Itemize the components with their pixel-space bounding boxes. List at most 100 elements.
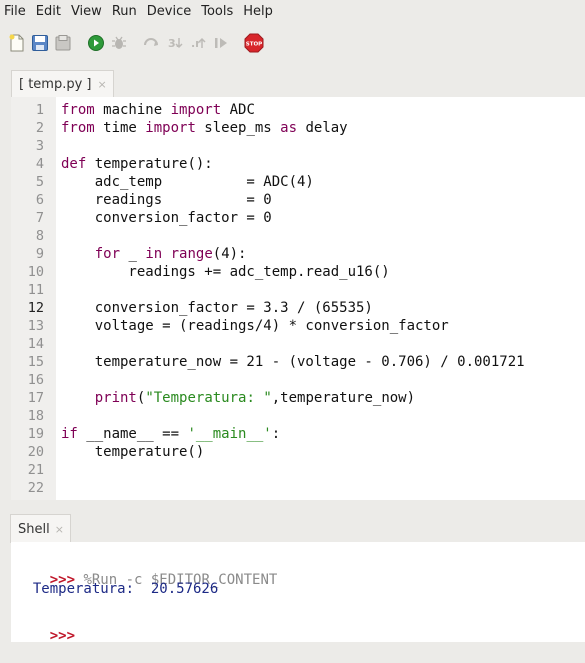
menu-edit[interactable]: Edit: [31, 0, 66, 24]
code-token: conversion_factor = 3.3 / (65535): [61, 300, 373, 316]
line-number: 6: [35, 192, 44, 208]
code-token: as: [280, 120, 298, 136]
code-line: adc_temp = ADC(4): [61, 173, 314, 191]
code-token: machine: [94, 102, 171, 118]
step-out-icon[interactable]: .r: [188, 33, 208, 53]
tab-label: [ temp.py ]: [19, 76, 92, 92]
tab-shell[interactable]: Shell ×: [10, 514, 71, 543]
code-token: (4):: [212, 246, 247, 262]
stop-icon-label: STOP: [246, 42, 262, 48]
line-number: 7: [35, 210, 44, 226]
shell-output: Temperatura: 20.57626: [16, 581, 219, 597]
code-line: for _ in range(4):: [61, 245, 247, 263]
shell-tab-label: Shell: [18, 521, 50, 537]
line-number: 8: [35, 228, 44, 244]
code-editor[interactable]: 1 2 3 4 5 6 7 8 9 10 11 12 13 14 15 16 17 18 19 20 21 22 from…: [11, 97, 585, 500]
code-token: conversion_factor = 0: [61, 210, 272, 226]
line-number: 12: [27, 300, 44, 316]
line-number: 10: [27, 264, 44, 280]
close-icon[interactable]: ×: [98, 78, 107, 91]
code-line: temperature(): [61, 443, 205, 461]
save-icon[interactable]: [30, 33, 50, 53]
tab-temp-py[interactable]: [ temp.py ] ×: [11, 70, 114, 97]
code-token: in: [145, 246, 163, 262]
line-number: 14: [27, 336, 44, 352]
code-line: def temperature():: [61, 155, 213, 173]
line-number: 13: [27, 318, 44, 334]
svg-text:3.: 3.: [168, 37, 180, 50]
code-line: print("Temperatura: ",temperature_now): [61, 389, 415, 407]
line-number: 18: [27, 408, 44, 424]
code-line: readings = 0: [61, 191, 272, 209]
resume-icon[interactable]: [211, 33, 231, 53]
code-line: from machine import ADC: [61, 101, 255, 119]
line-number-gutter: 1 2 3 4 5 6 7 8 9 10 11 12 13 14 15 16 17 18 19 20 21 22: [11, 97, 56, 500]
line-number: 20: [27, 444, 44, 460]
code-token: range: [170, 246, 213, 262]
line-number: 22: [27, 480, 44, 496]
code-token: ,temperature_now): [271, 390, 416, 406]
code-token: adc_temp = ADC(4): [61, 174, 314, 190]
code-token: delay: [297, 120, 348, 136]
code-token: sleep_ms: [195, 120, 281, 136]
line-number: 9: [35, 246, 44, 262]
menu-device[interactable]: Device: [142, 0, 196, 24]
shell-console[interactable]: >>> %Run -c $EDITOR_CONTENT Temperatura:…: [11, 542, 585, 644]
code-token: def: [61, 156, 87, 172]
code-token: for: [94, 246, 121, 262]
line-number: 11: [27, 282, 44, 298]
menu-tools[interactable]: Tools: [196, 0, 238, 24]
menu-view[interactable]: View: [66, 0, 107, 24]
line-number: 3: [35, 138, 44, 154]
menu-help[interactable]: Help: [238, 0, 278, 24]
code-token: readings += adc_temp.read_u16(): [61, 264, 390, 280]
shell-input-line[interactable]: >>>: [16, 609, 75, 663]
code-token: from: [61, 120, 95, 136]
menu-run[interactable]: Run: [107, 0, 142, 24]
code-token: "Temperatura: ": [145, 390, 272, 406]
line-number: 21: [27, 462, 44, 478]
code-line: temperature_now = 21 - (voltage - 0.706)…: [61, 353, 525, 371]
line-number: 2: [35, 120, 44, 136]
line-number: 19: [27, 426, 44, 442]
debug-icon[interactable]: [109, 33, 129, 53]
line-number: 15: [27, 354, 44, 370]
code-token: temperature():: [86, 156, 213, 172]
code-token: import: [170, 102, 222, 118]
line-number: 17: [27, 390, 44, 406]
step-into-icon[interactable]: 3.: [165, 33, 185, 53]
line-number: 1: [35, 102, 44, 118]
close-icon[interactable]: ×: [55, 523, 64, 536]
code-token: temperature_now = 21 - (voltage - 0.706)…: [61, 354, 525, 370]
code-token: time: [94, 120, 146, 136]
line-number: 16: [27, 372, 44, 388]
run-icon[interactable]: [86, 33, 106, 53]
code-token: from: [61, 102, 95, 118]
code-token: voltage = (readings/4) * conversion_fact…: [61, 318, 449, 334]
stop-icon[interactable]: STOP: [244, 33, 264, 53]
step-over-icon[interactable]: [142, 33, 162, 53]
code-token: print: [94, 390, 137, 406]
new-file-icon[interactable]: [7, 33, 27, 53]
menu-file[interactable]: File: [0, 0, 31, 24]
editor-tab-bar: [ temp.py ] ×: [0, 66, 585, 97]
code-token: '__main__': [187, 426, 272, 442]
code-line: readings += adc_temp.read_u16(): [61, 263, 390, 281]
code-token: if: [61, 426, 78, 442]
code-token: ADC: [221, 102, 255, 118]
code-token: import: [145, 120, 196, 136]
code-token: temperature(): [61, 444, 205, 460]
code-line: conversion_factor = 0: [61, 209, 272, 227]
open-icon[interactable]: [53, 33, 73, 53]
toolbar: 3. .r STOP: [0, 26, 585, 60]
code-token: readings = 0: [61, 192, 272, 208]
shell-tab-bar: Shell ×: [0, 510, 585, 543]
code-line: conversion_factor = 3.3 / (65535): [61, 299, 373, 317]
menu-bar: File Edit View Run Device Tools Help: [0, 0, 585, 24]
line-number: 5: [35, 174, 44, 190]
code-token: :: [271, 426, 281, 442]
code-line: if __name__ == '__main__':: [61, 425, 280, 443]
